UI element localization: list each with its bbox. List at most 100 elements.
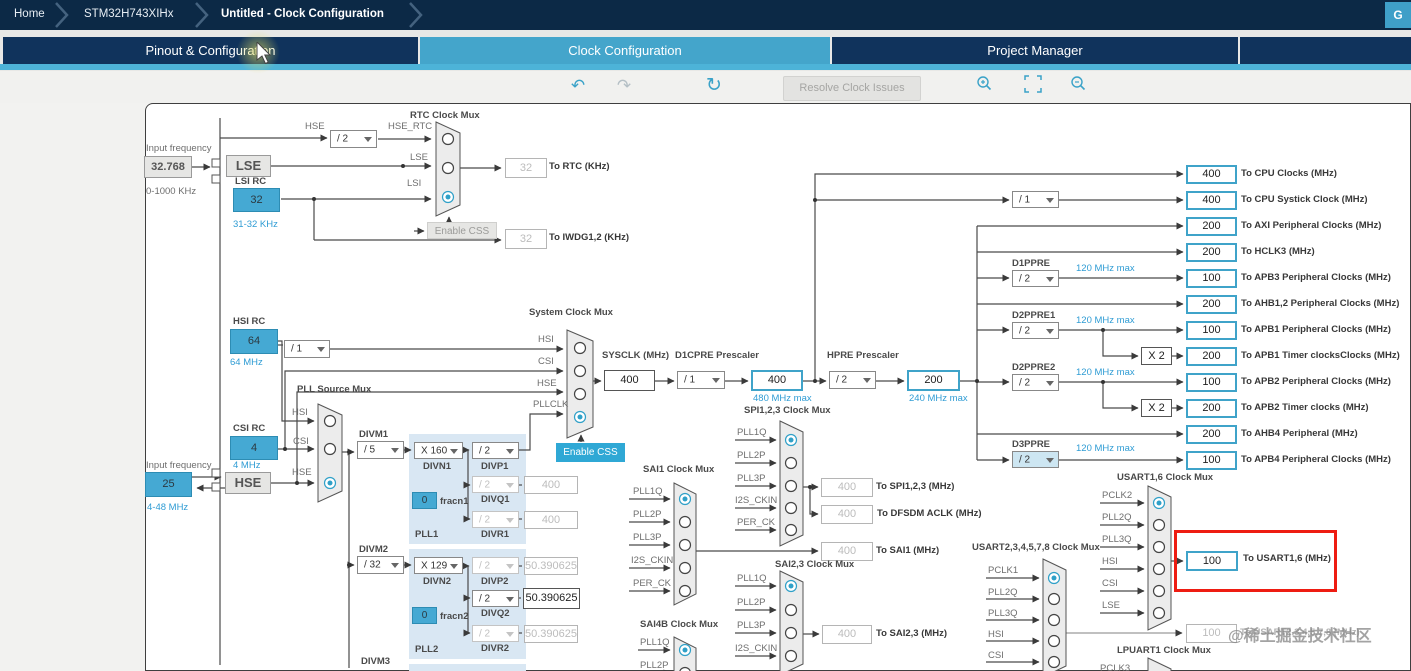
sai1-clock-mux-input-radio[interactable] bbox=[678, 538, 692, 552]
usart2345678-clock-mux-input-radio[interactable] bbox=[1047, 613, 1061, 627]
usart2345678-clock-mux-input-radio[interactable] bbox=[1047, 592, 1061, 606]
rtc-clock-mux-input-radio[interactable] bbox=[441, 132, 455, 146]
lsi-rc-value[interactable]: 32 bbox=[233, 188, 280, 212]
system-clock-mux-input-radio[interactable] bbox=[573, 387, 587, 401]
sysclk-value[interactable]: 400 bbox=[604, 370, 655, 391]
clock-configuration-window: Home STM32H743XIHx Untitled - Clock Conf… bbox=[0, 0, 1411, 671]
label: DIVP2 bbox=[481, 576, 509, 587]
system-clock-mux-input-radio[interactable] bbox=[573, 364, 587, 378]
apb2-out[interactable]: 100 bbox=[1186, 373, 1237, 392]
d1cpre-prescaler-dropdown[interactable]: / 1 bbox=[677, 371, 725, 389]
divn1-dropdown[interactable]: X 160 bbox=[414, 442, 463, 459]
hse-input-frequency-value[interactable]: 25 bbox=[145, 472, 192, 497]
divn1-value: X 160 bbox=[421, 445, 448, 456]
ahb4-out[interactable]: 200 bbox=[1186, 425, 1237, 444]
tab-project-manager[interactable]: Project Manager bbox=[832, 37, 1238, 64]
hpre-prescaler-dropdown[interactable]: / 2 bbox=[829, 371, 876, 389]
fracn2-value[interactable]: 0 bbox=[412, 607, 437, 624]
chevron-down-icon bbox=[506, 563, 514, 569]
sai1-clock-mux-input-radio[interactable] bbox=[678, 515, 692, 529]
hclk3-out[interactable]: 200 bbox=[1186, 243, 1237, 262]
d2ppre1-value: / 2 bbox=[1019, 325, 1031, 336]
rtc-clock-mux-input-radio[interactable] bbox=[441, 161, 455, 175]
apb1-out[interactable]: 100 bbox=[1186, 321, 1237, 340]
usart2345678-clock-mux-input-radio[interactable] bbox=[1047, 634, 1061, 648]
sai23-clock-mux-input-radio[interactable] bbox=[784, 649, 798, 663]
pll-source-mux-input-radio[interactable] bbox=[323, 442, 337, 456]
usart16-clock-mux-input-radio[interactable] bbox=[1152, 584, 1166, 598]
apb1-timer-out[interactable]: 200 bbox=[1186, 347, 1237, 366]
hse-oscillator[interactable]: HSE bbox=[225, 472, 271, 494]
tab-clock-configuration[interactable]: Clock Configuration bbox=[420, 37, 830, 64]
apb3-out[interactable]: 100 bbox=[1186, 269, 1237, 288]
usart2345678-clock-mux-input-radio[interactable] bbox=[1047, 655, 1061, 669]
tab-pinout-configuration[interactable]: Pinout & Configuration bbox=[3, 37, 418, 64]
fracn1-value[interactable]: 0 bbox=[412, 492, 437, 509]
sai23-clock-mux-input-radio[interactable] bbox=[784, 626, 798, 640]
usart16-clock-mux-input-radio[interactable] bbox=[1152, 540, 1166, 554]
resolve-clock-issues-button[interactable]: Resolve Clock Issues bbox=[783, 76, 921, 101]
sai23-clock-mux-input-radio[interactable] bbox=[784, 603, 798, 617]
systick-divider-dropdown[interactable]: / 1 bbox=[1012, 191, 1059, 208]
systick-out[interactable]: 400 bbox=[1186, 191, 1237, 210]
pll-source-mux-input-radio[interactable] bbox=[323, 414, 337, 428]
breadcrumb-home[interactable]: Home bbox=[14, 8, 45, 20]
label: PLL2Q bbox=[988, 587, 1018, 598]
divq2-dropdown[interactable]: / 2 bbox=[472, 590, 519, 607]
hse-rtc-divider-dropdown[interactable]: / 2 bbox=[330, 130, 377, 148]
label: To APB2 Peripheral Clocks (MHz) bbox=[1241, 376, 1391, 387]
apb4-out[interactable]: 100 bbox=[1186, 451, 1237, 470]
usart16-clock-mux-input-radio[interactable] bbox=[1152, 518, 1166, 532]
divm1-dropdown[interactable]: / 5 bbox=[357, 441, 404, 459]
apb2-timer-mult[interactable]: X 2 bbox=[1141, 399, 1172, 417]
generate-code-button[interactable]: G bbox=[1385, 2, 1411, 28]
lse-oscillator[interactable]: LSE bbox=[226, 155, 271, 177]
apb2-timer-out[interactable]: 200 bbox=[1186, 399, 1237, 418]
spi123-clock-mux-input-radio[interactable] bbox=[784, 523, 798, 537]
label: To AXI Peripheral Clocks (MHz) bbox=[1241, 220, 1382, 231]
spi123-clock-mux-input-radio[interactable] bbox=[784, 479, 798, 493]
sai1-clock-mux-input-radio[interactable] bbox=[678, 584, 692, 598]
spi123-clock-mux-input-radio[interactable] bbox=[784, 501, 798, 515]
pll2-divq-out[interactable]: 50.390625 bbox=[523, 588, 580, 609]
divn2-dropdown[interactable]: X 129 bbox=[414, 557, 463, 574]
usart16-clock-mux-input-radio[interactable] bbox=[1152, 562, 1166, 576]
cpu-clocks-out[interactable]: 400 bbox=[1186, 165, 1237, 184]
sai1-clock-mux-input-radio[interactable] bbox=[678, 561, 692, 575]
zoom-in-icon[interactable] bbox=[976, 75, 998, 97]
redo-icon[interactable]: ↷ bbox=[613, 75, 635, 97]
fit-to-screen-icon[interactable] bbox=[1024, 75, 1046, 97]
hpre-out[interactable]: 200 bbox=[907, 370, 960, 391]
lse-input-frequency-value[interactable]: 32.768 bbox=[144, 156, 192, 178]
undo-icon[interactable]: ↶ bbox=[567, 75, 589, 97]
d2ppre1-dropdown[interactable]: / 2 bbox=[1012, 322, 1059, 339]
refresh-icon[interactable]: ↻ bbox=[703, 75, 725, 97]
divm2-dropdown[interactable]: / 32 bbox=[357, 556, 404, 574]
breadcrumb-mcu[interactable]: STM32H743XIHx bbox=[84, 8, 173, 20]
label: 31-32 KHz bbox=[233, 219, 278, 230]
label: I2S_CKIN bbox=[631, 555, 674, 566]
divp1-dropdown[interactable]: / 2 bbox=[472, 442, 519, 459]
axi-out[interactable]: 200 bbox=[1186, 217, 1237, 236]
hsi-rc-value[interactable]: 64 bbox=[230, 329, 278, 354]
label: PLLCLK bbox=[533, 399, 569, 410]
spi123-clock-mux-input-radio[interactable] bbox=[784, 456, 798, 470]
system-clock-mux-input-radio[interactable] bbox=[573, 341, 587, 355]
enable-css-rtc-button[interactable]: Enable CSS bbox=[427, 222, 497, 239]
d3ppre-dropdown[interactable]: / 2 bbox=[1012, 451, 1059, 468]
csi-rc-value[interactable]: 4 bbox=[230, 436, 278, 460]
hsi-divider-dropdown[interactable]: / 1 bbox=[284, 340, 330, 358]
d1ppre-dropdown[interactable]: / 2 bbox=[1012, 270, 1059, 287]
d1cpre-out[interactable]: 400 bbox=[751, 370, 803, 391]
ahb12-out[interactable]: 200 bbox=[1186, 295, 1237, 314]
label: 120 MHz max bbox=[1076, 263, 1135, 274]
label: DIVR1 bbox=[481, 529, 509, 540]
chevron-down-icon bbox=[1046, 380, 1054, 386]
d2ppre2-dropdown[interactable]: / 2 bbox=[1012, 374, 1059, 391]
enable-css-sys-button[interactable]: Enable CSS bbox=[556, 443, 625, 462]
apb1-timer-mult[interactable]: X 2 bbox=[1141, 347, 1172, 365]
zoom-out-icon[interactable] bbox=[1070, 75, 1092, 97]
usart16-clock-mux-input-radio[interactable] bbox=[1152, 606, 1166, 620]
system-clock-mux-title: System Clock Mux bbox=[529, 307, 613, 318]
label: PCLK3 bbox=[1100, 663, 1131, 671]
